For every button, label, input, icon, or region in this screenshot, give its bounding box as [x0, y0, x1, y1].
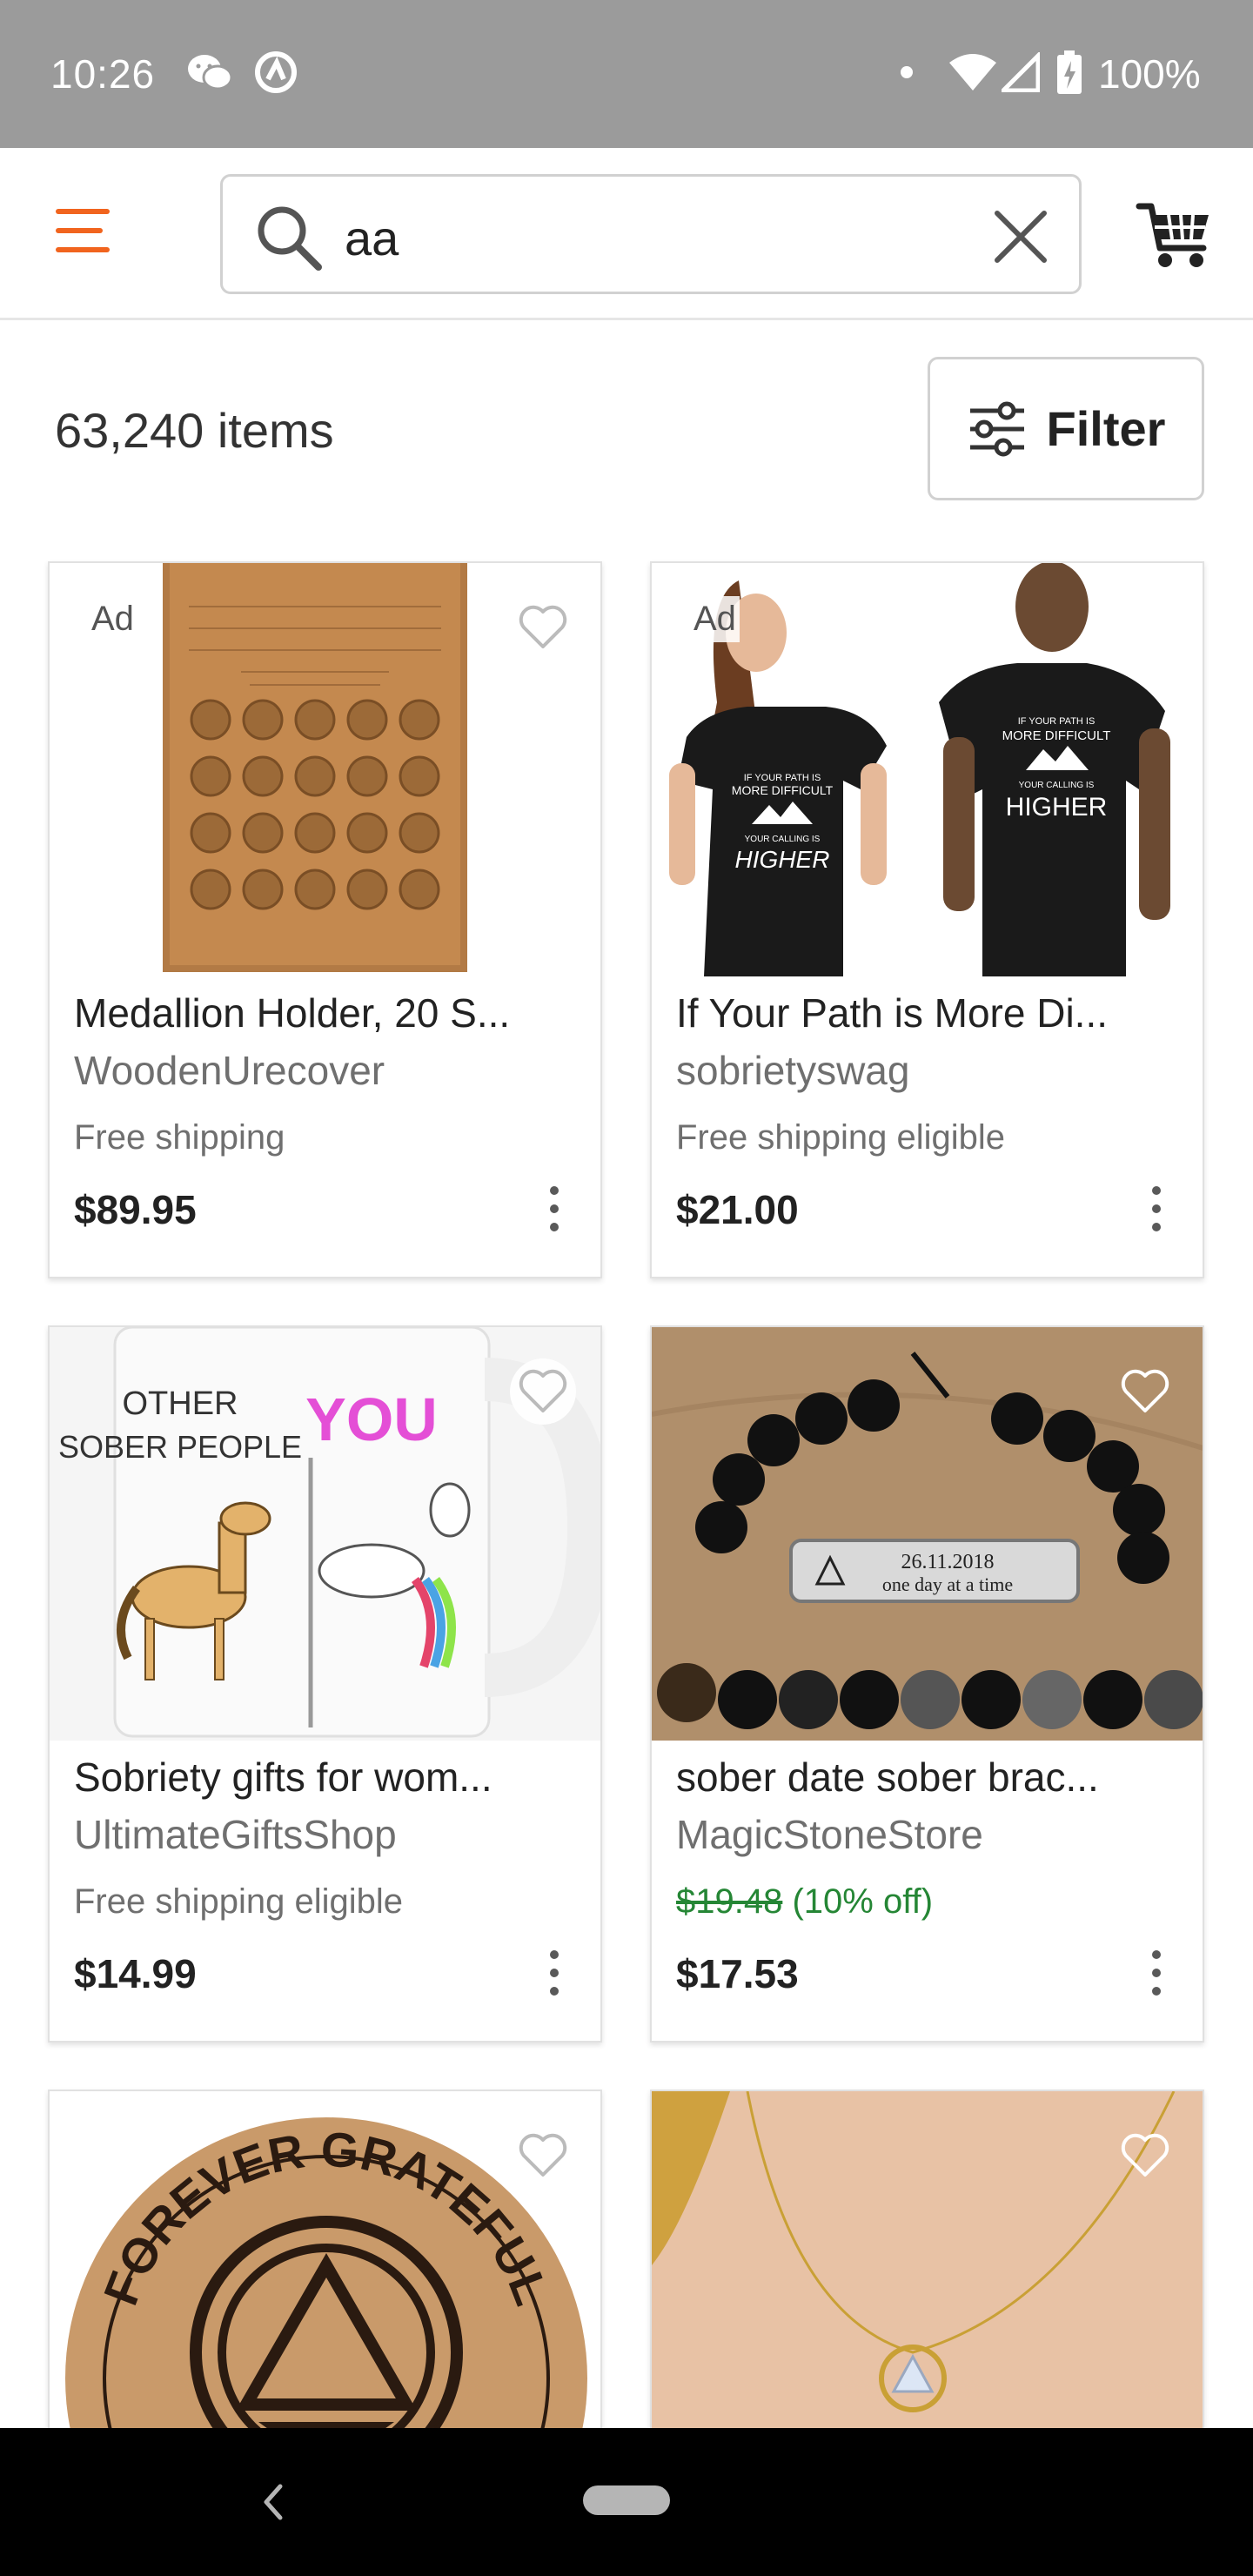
shipping-info: Free shipping: [74, 1118, 285, 1157]
shop-name: WoodenUrecover: [74, 1048, 385, 1093]
heart-icon[interactable]: [1110, 2121, 1180, 2190]
product-image[interactable]: 26.11.2018 one day at a time: [652, 1327, 1203, 1741]
product-title[interactable]: If Your Path is More Di...: [676, 989, 1108, 1036]
product-price: $14.99: [74, 1951, 197, 1996]
battery-percent: 100%: [1098, 51, 1201, 97]
cart-icon[interactable]: [1136, 196, 1214, 274]
shirt-text: MORE DIFFICULT: [732, 783, 834, 797]
product-card[interactable]: [650, 2090, 1204, 2455]
filter-label: Filter: [1046, 401, 1166, 456]
more-options-icon[interactable]: [541, 1947, 567, 1999]
heart-icon[interactable]: [508, 2121, 578, 2190]
signal-icon: [1001, 49, 1041, 96]
shop-name: UltimateGiftsShop: [74, 1812, 397, 1857]
results-count: 63,240 items: [55, 403, 334, 458]
ad-badge: Ad: [88, 596, 137, 642]
product-title[interactable]: Sobriety gifts for wom...: [74, 1754, 492, 1801]
shirt-text: YOUR CALLING IS: [745, 835, 821, 844]
bracelet-text: one day at a time: [882, 1573, 1013, 1595]
battery-icon: [1056, 49, 1082, 96]
system-nav-bar: [0, 2428, 1253, 2576]
product-image[interactable]: OTHER SOBER PEOPLE YOU: [50, 1327, 600, 1741]
product-title[interactable]: Medallion Holder, 20 S...: [74, 989, 510, 1036]
heart-icon[interactable]: [1110, 1357, 1180, 1426]
product-card[interactable]: FOREVER GRATEFUL: [48, 2090, 602, 2455]
shirt-text: HIGHER: [735, 846, 830, 873]
search-header: aa: [0, 148, 1253, 320]
product-card[interactable]: OTHER SOBER PEOPLE YOU Sobriety gifts fo…: [48, 1325, 602, 2043]
product-image[interactable]: FOREVER GRATEFUL: [50, 2091, 600, 2453]
app-icon: [252, 49, 299, 96]
shop-name: MagicStoneStore: [676, 1812, 983, 1857]
menu-icon: [56, 209, 110, 214]
product-image[interactable]: IF YOUR PATH IS MORE DIFFICULT YOUR CALL…: [652, 563, 1203, 976]
status-bar: 10:26 100%: [0, 0, 1253, 148]
shipping-info: Free shipping eligible: [676, 1118, 1006, 1157]
filter-icon: [969, 401, 1024, 456]
wifi-icon: [947, 49, 999, 96]
product-price: $89.95: [74, 1187, 197, 1232]
status-time: 10:26: [50, 51, 156, 97]
shirt-text: HIGHER: [1006, 793, 1108, 822]
heart-icon[interactable]: [508, 593, 578, 662]
filter-button[interactable]: Filter: [928, 357, 1204, 500]
wechat-icon: [184, 49, 235, 96]
product-card[interactable]: IF YOUR PATH IS MORE DIFFICULT YOUR CALL…: [650, 561, 1204, 1278]
product-image[interactable]: [652, 2091, 1203, 2453]
shirt-text: IF YOUR PATH IS: [1018, 716, 1096, 727]
home-pill[interactable]: [583, 2485, 670, 2515]
product-card[interactable]: 26.11.2018 one day at a time sober date …: [650, 1325, 1204, 2043]
original-price-info: $19.48 (10% off): [676, 1882, 933, 1922]
shirt-text: MORE DIFFICULT: [1002, 728, 1111, 743]
shipping-info: Free shipping eligible: [74, 1882, 404, 1921]
dot-icon: [898, 49, 915, 96]
mug-text: YOU: [305, 1385, 438, 1453]
more-options-icon[interactable]: [1143, 1947, 1169, 1999]
clear-icon[interactable]: [987, 203, 1055, 271]
heart-icon[interactable]: [1110, 593, 1180, 662]
product-title[interactable]: sober date sober brac...: [676, 1754, 1099, 1801]
shop-name: sobrietyswag: [676, 1048, 910, 1093]
shirt-text: IF YOUR PATH IS: [744, 773, 821, 783]
shirt-text: YOUR CALLING IS: [1019, 781, 1095, 790]
product-price: $21.00: [676, 1187, 799, 1232]
more-options-icon[interactable]: [541, 1183, 567, 1235]
product-price: $17.53: [676, 1951, 799, 1996]
back-icon[interactable]: [254, 2476, 289, 2528]
original-price: $19.48: [676, 1882, 783, 1921]
mug-text: OTHER: [123, 1385, 238, 1422]
discount-label: (10% off): [792, 1882, 934, 1921]
menu-button[interactable]: [50, 209, 111, 256]
more-options-icon[interactable]: [1143, 1183, 1169, 1235]
search-query: aa: [345, 211, 399, 265]
ad-badge: Ad: [690, 596, 740, 642]
product-image[interactable]: Ad: [50, 563, 600, 976]
heart-icon[interactable]: [508, 1357, 578, 1426]
search-input[interactable]: aa: [220, 174, 1082, 294]
search-icon: [258, 206, 322, 271]
mug-text: SOBER PEOPLE: [58, 1429, 302, 1465]
product-card[interactable]: Ad Medallion Holder, 20 S... WoodenUreco…: [48, 561, 602, 1278]
bracelet-text: 26.11.2018: [901, 1551, 994, 1573]
